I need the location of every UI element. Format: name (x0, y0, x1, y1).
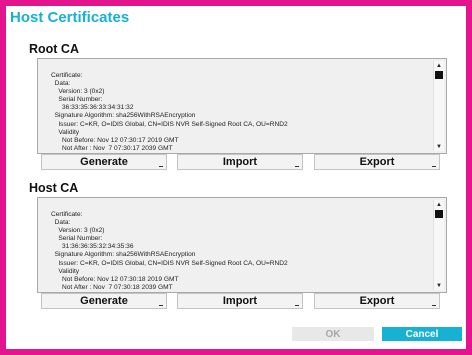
corner-mark-icon (159, 166, 163, 167)
root-ca-title: Root CA (29, 42, 79, 56)
root-ca-import-button[interactable]: Import (177, 154, 303, 170)
root-ca-certificate-box[interactable]: Certificate: Data: Version: 3 (0x2) Seri… (37, 58, 447, 154)
import-label: Import (222, 295, 258, 307)
host-ca-certificate-box[interactable]: Certificate: Data: Version: 3 (0x2) Seri… (37, 197, 447, 293)
host-ca-import-button[interactable]: Import (177, 293, 303, 309)
scroll-thumb[interactable] (435, 210, 443, 218)
ok-button[interactable]: OK (292, 327, 374, 341)
import-label: Import (222, 156, 258, 168)
corner-mark-icon (432, 166, 436, 167)
corner-mark-icon (295, 305, 299, 306)
host-ca-certificate-text: Certificate: Data: Version: 3 (0x2) Seri… (51, 211, 288, 291)
host-certificates-dialog: Host Certificates Root CA Certificate: D… (0, 0, 472, 355)
scroll-down-icon[interactable]: ▼ (434, 142, 444, 151)
scroll-thumb[interactable] (435, 71, 443, 79)
root-ca-export-button[interactable]: Export (314, 154, 440, 170)
export-label: Export (359, 295, 395, 307)
host-ca-title: Host CA (29, 181, 79, 195)
scroll-down-icon[interactable]: ▼ (434, 281, 444, 290)
dialog-title: Host Certificates (10, 9, 130, 26)
host-ca-export-button[interactable]: Export (314, 293, 440, 309)
host-ca-scrollbar[interactable]: ▲ ▼ (433, 200, 444, 290)
export-label: Export (359, 156, 395, 168)
scroll-up-icon[interactable]: ▲ (434, 200, 444, 209)
corner-mark-icon (432, 305, 436, 306)
host-ca-generate-button[interactable]: Generate (41, 293, 167, 309)
scroll-up-icon[interactable]: ▲ (434, 61, 444, 70)
root-ca-certificate-text: Certificate: Data: Version: 3 (0x2) Seri… (51, 72, 288, 152)
cancel-button[interactable]: Cancel (382, 327, 462, 341)
corner-mark-icon (159, 305, 163, 306)
generate-label: Generate (80, 295, 128, 307)
generate-label: Generate (80, 156, 128, 168)
corner-mark-icon (295, 166, 299, 167)
root-ca-generate-button[interactable]: Generate (41, 154, 167, 170)
root-ca-scrollbar[interactable]: ▲ ▼ (433, 61, 444, 151)
